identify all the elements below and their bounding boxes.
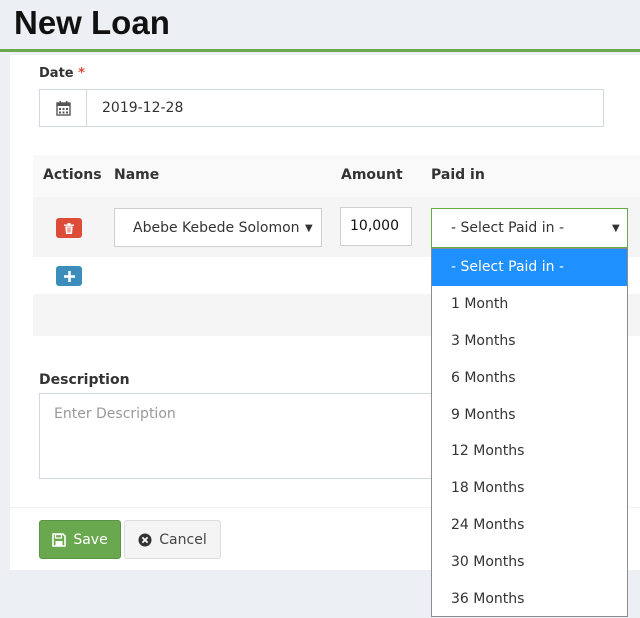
paid-in-option-1-month[interactable]: 1 Month — [432, 286, 627, 323]
chevron-down-icon: ▼ — [612, 223, 620, 234]
paid-in-select[interactable]: - Select Paid in - ▼ — [431, 208, 628, 248]
paid-in-option-9-months[interactable]: 9 Months — [432, 396, 627, 433]
paid-in-select-value: - Select Paid in - — [451, 220, 565, 236]
date-label: Date * — [39, 66, 85, 81]
save-icon — [52, 532, 67, 547]
add-row-button[interactable] — [56, 266, 82, 286]
page-header: New Loan — [0, 0, 640, 52]
chevron-down-icon: ▼ — [305, 223, 313, 234]
date-label-text: Date — [39, 66, 74, 81]
date-value[interactable]: 2019-12-28 — [102, 100, 183, 116]
paid-in-option-12-months[interactable]: 12 Months — [432, 433, 627, 470]
paid-in-option-30-months[interactable]: 30 Months — [432, 543, 627, 580]
save-button[interactable]: Save — [39, 520, 121, 559]
paid-in-option-36-months[interactable]: 36 Months — [432, 580, 627, 617]
save-button-label: Save — [73, 531, 108, 548]
column-header-paid-in: Paid in — [431, 167, 485, 183]
column-header-actions: Actions — [43, 167, 102, 183]
description-placeholder: Enter Description — [54, 406, 176, 422]
name-select-value: Abebe Kebede Solomon — [133, 220, 300, 236]
calendar-icon[interactable] — [40, 90, 87, 126]
column-header-amount: Amount — [341, 167, 403, 183]
column-header-name: Name — [114, 167, 160, 183]
paid-in-option-placeholder[interactable]: - Select Paid in - — [432, 249, 627, 286]
amount-input[interactable]: 10,000 — [340, 207, 412, 246]
delete-row-button[interactable] — [56, 218, 82, 238]
cancel-button-label: Cancel — [159, 531, 207, 548]
description-label: Description — [39, 372, 130, 388]
date-field[interactable]: 2019-12-28 — [39, 89, 604, 127]
amount-value: 10,000 — [350, 218, 399, 234]
paid-in-option-6-months[interactable]: 6 Months — [432, 359, 627, 396]
paid-in-option-3-months[interactable]: 3 Months — [432, 323, 627, 360]
cancel-button[interactable]: Cancel — [124, 520, 221, 559]
trash-icon — [64, 222, 74, 234]
name-select[interactable]: Abebe Kebede Solomon ▼ — [114, 208, 322, 247]
paid-in-dropdown-list: - Select Paid in - 1 Month 3 Months 6 Mo… — [431, 248, 628, 617]
close-circle-icon — [138, 533, 152, 546]
paid-in-option-24-months[interactable]: 24 Months — [432, 507, 627, 544]
page-title: New Loan — [14, 4, 170, 41]
required-mark: * — [78, 66, 85, 81]
paid-in-option-18-months[interactable]: 18 Months — [432, 470, 627, 507]
plus-icon — [63, 270, 75, 282]
